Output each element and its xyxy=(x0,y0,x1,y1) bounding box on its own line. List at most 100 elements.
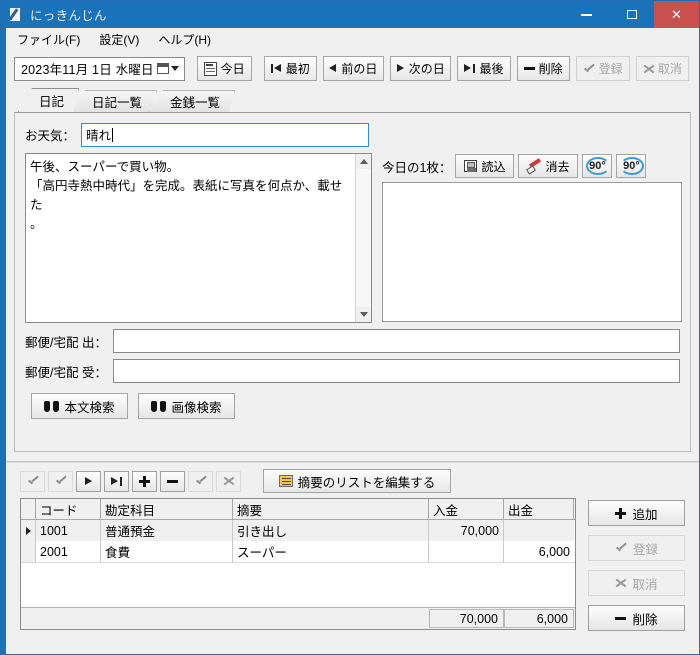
nav-delete-button[interactable] xyxy=(160,470,185,492)
grid-header-in[interactable]: 入金 xyxy=(429,499,504,519)
maximize-button[interactable] xyxy=(609,1,654,28)
today-label: 今日 xyxy=(220,62,245,76)
register-day-button[interactable]: 登録 xyxy=(575,56,630,81)
prev-day-button[interactable]: 前の日 xyxy=(322,56,385,81)
grid-header-code[interactable]: コード xyxy=(36,499,101,519)
postal-in-row: 郵便/宅配 受： xyxy=(15,353,690,383)
tab-money-list[interactable]: 金銭一覧 xyxy=(149,90,235,112)
menu-file[interactable]: ファイル(F) xyxy=(13,29,89,50)
cancel-icon xyxy=(223,476,234,486)
photo-label: 今日の1枚： xyxy=(382,160,452,175)
scroll-up-button[interactable] xyxy=(356,154,371,169)
tab-diary[interactable]: 日記 xyxy=(18,88,79,112)
diary-textarea[interactable]: 午後、スーパーで買い物。 「高円寺熱中時代」を完成。表紙に写真を何点か、載せた … xyxy=(25,153,372,323)
cancel-icon xyxy=(615,578,626,588)
cell-summary[interactable]: スーパー xyxy=(233,541,429,562)
rotate-cw-button[interactable]: 90° xyxy=(616,154,647,178)
ledger-grid[interactable]: コード 勘定科目 摘要 入金 出金 1001 普通預金 引き出し 70,000 xyxy=(20,498,576,630)
grid-header-summary[interactable]: 摘要 xyxy=(233,499,429,519)
table-row[interactable]: 2001 食費 スーパー 6,000 xyxy=(21,541,575,562)
first-label: 最初 xyxy=(285,62,310,76)
menu-bar: ファイル(F) 設定(V) ヘルプ(H) xyxy=(6,28,699,50)
chevron-up-icon xyxy=(359,159,368,164)
menu-help[interactable]: ヘルプ(H) xyxy=(154,29,220,50)
cell-in[interactable]: 70,000 xyxy=(429,520,504,541)
diary-text-content: 午後、スーパーで買い物。 「高円寺熱中時代」を完成。表紙に写真を何点か、載せた … xyxy=(30,160,343,231)
diary-scrollbar[interactable] xyxy=(355,154,371,322)
rotate-ccw-button[interactable]: 90° xyxy=(582,154,613,178)
nav-first-button[interactable] xyxy=(20,470,45,492)
tab-money-list-label: 金銭一覧 xyxy=(170,96,221,110)
cell-summary[interactable]: 引き出し xyxy=(233,520,429,541)
diary-main-row: 午後、スーパーで買い物。 「高円寺熱中時代」を完成。表紙に写真を何点か、載せた … xyxy=(15,147,690,323)
cell-in[interactable] xyxy=(429,541,504,562)
image-search-button[interactable]: 画像検索 xyxy=(138,393,235,419)
delete-label: 削除 xyxy=(538,62,563,76)
current-row-icon xyxy=(25,526,31,535)
erase-image-button[interactable]: 消去 xyxy=(518,154,579,178)
nav-insert-button[interactable] xyxy=(132,470,157,492)
cancel-entry-button[interactable]: 取消 xyxy=(588,570,685,596)
cell-account[interactable]: 食費 xyxy=(101,541,233,562)
grid-header-row: コード 勘定科目 摘要 入金 出金 xyxy=(21,499,575,520)
scroll-track[interactable] xyxy=(356,169,371,307)
grid-header-out[interactable]: 出金 xyxy=(504,499,574,519)
register-entry-button[interactable]: 登録 xyxy=(588,535,685,561)
text-search-button[interactable]: 本文検索 xyxy=(31,393,128,419)
nav-last-button[interactable] xyxy=(104,470,129,492)
cell-account[interactable]: 普通預金 xyxy=(101,520,233,541)
nav-prior-button[interactable] xyxy=(48,470,73,492)
cancel-label: 取消 xyxy=(657,62,682,76)
weather-input[interactable]: 晴れ xyxy=(81,122,370,147)
plus-icon xyxy=(139,475,150,487)
erase-icon xyxy=(527,160,541,172)
text-caret xyxy=(112,127,114,142)
load-image-button[interactable]: 読込 xyxy=(455,154,515,178)
date-dropdown-button[interactable] xyxy=(156,63,181,74)
close-button[interactable]: ✕ xyxy=(654,1,699,28)
date-picker[interactable]: 2023年11月 1日 水曜日 xyxy=(14,56,185,81)
cell-out[interactable]: 6,000 xyxy=(504,541,574,562)
minus-icon xyxy=(615,616,627,620)
postal-in-input[interactable] xyxy=(112,359,680,383)
add-entry-button[interactable]: 追加 xyxy=(588,500,685,526)
cancel-day-button[interactable]: 取消 xyxy=(635,56,690,81)
nav-last-icon xyxy=(111,476,122,486)
minimize-button[interactable] xyxy=(564,1,609,28)
last-day-button[interactable]: 最後 xyxy=(457,56,511,81)
menu-settings[interactable]: 設定(V) xyxy=(95,29,148,50)
nav-post-button[interactable] xyxy=(188,470,213,492)
delete-entry-button[interactable]: 削除 xyxy=(588,605,685,631)
window-title: にっきんじん xyxy=(30,9,107,23)
row-indicator xyxy=(21,520,36,541)
postal-out-input[interactable] xyxy=(112,329,680,353)
photo-column: 今日の1枚： 読込 消去 90° 90° xyxy=(382,153,682,323)
cell-out[interactable] xyxy=(504,520,574,541)
edit-summary-list-button[interactable]: 摘要のリストを編集する xyxy=(263,469,451,493)
table-row[interactable]: 1001 普通預金 引き出し 70,000 xyxy=(21,520,575,541)
grid-header-account[interactable]: 勘定科目 xyxy=(101,499,233,519)
grid-totals-row: 70,000 6,000 xyxy=(21,607,575,629)
application-window: にっきんじん ✕ ファイル(F) 設定(V) ヘルプ(H) 2023年11月 1… xyxy=(0,0,700,655)
diary-pencil-icon xyxy=(8,6,24,23)
photo-preview[interactable] xyxy=(382,182,682,322)
today-button[interactable]: 今日 xyxy=(196,56,252,81)
first-day-button[interactable]: 最初 xyxy=(263,56,317,81)
delete-day-button[interactable]: 削除 xyxy=(516,56,570,81)
cancel-icon xyxy=(643,64,654,74)
scroll-down-button[interactable] xyxy=(356,307,371,322)
client-area: 2023年11月 1日 水曜日 今日 最初 前の日 次の日 最後 削除 登録 取… xyxy=(6,50,699,654)
grid-empty-space[interactable] xyxy=(21,562,575,607)
record-navigator: 摘要のリストを編集する xyxy=(6,463,699,498)
photo-toolbar: 今日の1枚： 読込 消去 90° 90° xyxy=(382,153,682,179)
prev-label: 前の日 xyxy=(341,62,378,76)
cell-code[interactable]: 1001 xyxy=(36,520,101,541)
tab-diary-list[interactable]: 日記一覧 xyxy=(71,90,157,112)
cell-code[interactable]: 2001 xyxy=(36,541,101,562)
add-entry-label: 追加 xyxy=(632,507,658,522)
nav-next-button[interactable] xyxy=(76,470,101,492)
next-day-button[interactable]: 次の日 xyxy=(390,56,452,81)
rotate-ccw-label: 90° xyxy=(589,160,606,172)
nav-next-icon xyxy=(84,476,93,486)
nav-cancel-button[interactable] xyxy=(216,470,241,492)
